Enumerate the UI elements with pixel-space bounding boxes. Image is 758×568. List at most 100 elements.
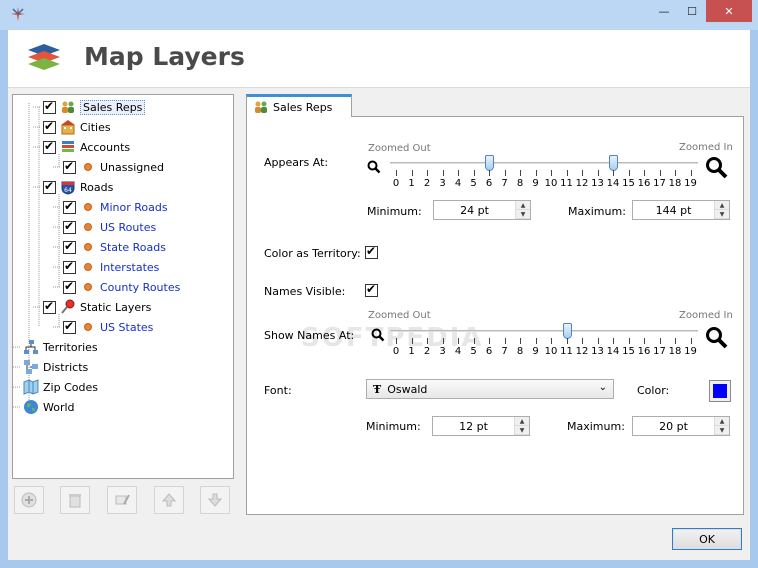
layer-tree[interactable]: Sales RepsCitiesAccountsUnassigned64Road…	[12, 94, 234, 479]
tree-item-label: US Routes	[100, 220, 157, 234]
font-max-value: 20 pt	[659, 419, 688, 433]
scale-tick	[504, 338, 506, 344]
scale-tick	[659, 170, 661, 176]
tab-sales-reps[interactable]: Sales Reps	[246, 94, 352, 117]
maximize-button[interactable]: ☐	[678, 0, 706, 22]
scale-tick-label: 6	[485, 178, 493, 189]
scale-tick-label: 13	[591, 178, 604, 189]
close-button[interactable]: ✕	[706, 0, 752, 22]
font-label: Font:	[264, 384, 292, 397]
appears-min-value: 24 pt	[460, 203, 489, 217]
tree-item-static-layers[interactable]: Static Layers	[43, 298, 151, 316]
scale-tick	[675, 170, 676, 176]
dot-icon	[80, 219, 96, 235]
color-territory-checkbox[interactable]	[365, 244, 378, 259]
spin-down-icon[interactable]: ▼	[515, 426, 529, 435]
add-layer-button[interactable]	[14, 486, 44, 514]
tree-item-world[interactable]: World	[23, 398, 75, 416]
tree-item-zip-codes[interactable]: Zip Codes	[23, 378, 98, 396]
font-max-stepper[interactable]: 20 pt ▲ ▼	[632, 416, 730, 436]
appears-at-low-thumb[interactable]	[485, 155, 494, 171]
scale-tick	[566, 338, 568, 344]
ok-button[interactable]: OK	[672, 528, 742, 550]
delete-layer-button[interactable]	[60, 486, 90, 514]
spin-up-icon[interactable]: ▲	[715, 201, 729, 210]
tree-item-label: Districts	[43, 360, 89, 374]
scale-tick	[442, 338, 444, 344]
zoomed-in-label: Zoomed In	[679, 310, 733, 321]
spin-up-icon[interactable]: ▲	[516, 201, 530, 210]
minimize-button[interactable]: —	[650, 0, 678, 22]
spin-down-icon[interactable]: ▼	[715, 210, 729, 219]
move-down-button[interactable]	[200, 486, 230, 514]
scale-tick	[520, 338, 521, 344]
spin-up-icon[interactable]: ▲	[715, 417, 729, 426]
tree-item-label: Zip Codes	[43, 380, 98, 394]
scale-tick-label: 4	[454, 346, 462, 357]
tree-item-us-routes[interactable]: US Routes	[63, 218, 156, 236]
scale-tick	[597, 338, 599, 344]
tree-item-accounts[interactable]: Accounts	[43, 138, 130, 156]
layer-checkbox[interactable]	[63, 219, 76, 234]
layers-icon	[28, 44, 60, 70]
scale-tick	[427, 338, 428, 344]
font-min-stepper[interactable]: 12 pt ▲ ▼	[432, 416, 530, 436]
tree-item-cities[interactable]: Cities	[43, 118, 111, 136]
appears-at-slider-track[interactable]	[390, 162, 698, 164]
layer-checkbox[interactable]	[43, 299, 56, 314]
tree-item-us-states[interactable]: US States	[63, 318, 153, 336]
layer-checkbox[interactable]	[63, 199, 76, 214]
scale-tick-label: 6	[485, 346, 493, 357]
scale-tick-label: 2	[423, 346, 431, 357]
font-type-icon: Ŧ	[373, 382, 382, 396]
header: Map Layers	[8, 30, 750, 88]
layer-checkbox[interactable]	[43, 119, 56, 134]
people-icon	[60, 99, 76, 115]
layer-checkbox[interactable]	[63, 319, 76, 334]
tree-item-state-roads[interactable]: State Roads	[63, 238, 166, 256]
zip-map-icon	[23, 379, 39, 395]
scale-tick	[535, 338, 537, 344]
people-icon	[255, 101, 267, 113]
show-names-thumb[interactable]	[562, 323, 572, 339]
spin-down-icon[interactable]: ▼	[715, 426, 729, 435]
font-select[interactable]: Ŧ Oswald ⌄	[366, 379, 614, 399]
scale-tick-label: 19	[684, 346, 697, 357]
tree-item-interstates[interactable]: Interstates	[63, 258, 159, 276]
layer-checkbox[interactable]	[43, 99, 56, 114]
scale-tick-label: 10	[544, 346, 558, 357]
scale-tick-label: 14	[606, 346, 620, 357]
tree-item-sales-reps[interactable]: Sales Reps	[43, 98, 146, 116]
layer-checkbox[interactable]	[63, 239, 76, 254]
layer-checkbox[interactable]	[63, 279, 76, 294]
layer-checkbox[interactable]	[43, 139, 56, 154]
tree-item-minor-roads[interactable]: Minor Roads	[63, 198, 168, 216]
scale-tick-label: 5	[470, 178, 477, 189]
spin-down-icon[interactable]: ▼	[516, 210, 530, 219]
scale-tick	[628, 170, 630, 176]
scale-tick	[520, 170, 521, 176]
scale-tick-label: 19	[684, 178, 697, 189]
scale-tick	[582, 338, 583, 344]
scale-tick-label: 15	[622, 178, 635, 189]
show-names-slider-track[interactable]	[390, 330, 698, 332]
scale-tick	[489, 170, 490, 176]
tree-item-label: County Routes	[100, 280, 181, 294]
move-up-button[interactable]	[154, 486, 184, 514]
scale-tick-label: 4	[454, 178, 462, 189]
appears-at-high-thumb[interactable]	[609, 155, 618, 171]
edit-icon	[115, 494, 130, 505]
layer-checkbox[interactable]	[63, 259, 76, 274]
scale-tick-label: 3	[439, 346, 446, 357]
appears-max-stepper[interactable]: 144 pt ▲ ▼	[632, 200, 730, 220]
scale-tick-label: 11	[560, 346, 573, 357]
dot-icon	[80, 199, 96, 215]
scale-tick	[442, 170, 444, 176]
font-min-value: 12 pt	[459, 419, 488, 433]
appears-min-stepper[interactable]: 24 pt ▲ ▼	[433, 200, 531, 220]
tree-item-county-routes[interactable]: County Routes	[63, 278, 180, 296]
edit-layer-button[interactable]	[107, 486, 137, 514]
names-visible-checkbox[interactable]	[365, 282, 378, 297]
color-picker-button[interactable]	[709, 380, 731, 402]
spin-up-icon[interactable]: ▲	[515, 417, 529, 426]
